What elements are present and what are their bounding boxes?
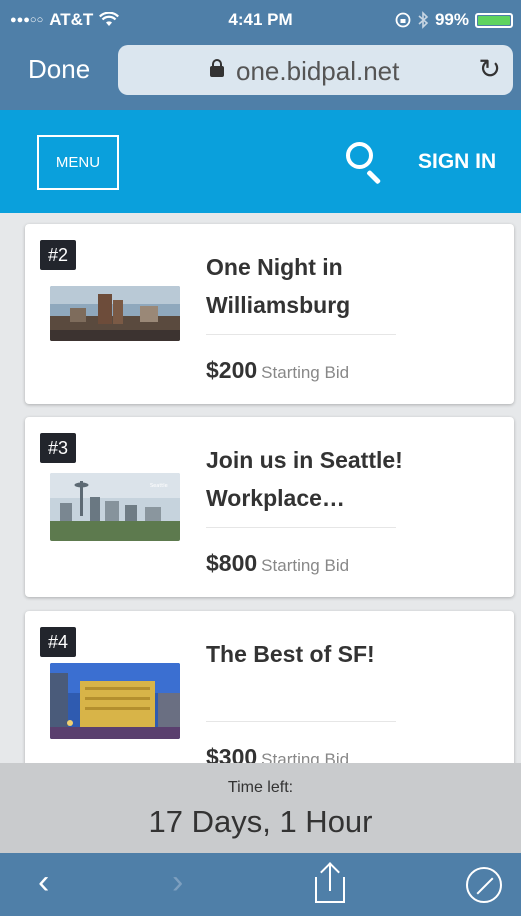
item-title[interactable]: The Best of SF! (206, 635, 496, 673)
share-icon[interactable] (315, 862, 345, 903)
item-thumbnail (50, 663, 180, 739)
item-title[interactable]: Join us in Seattle! Workplace… (206, 441, 496, 517)
starting-bid: $200 Starting Bid (206, 357, 350, 383)
time-left-label: Time left: (227, 779, 294, 796)
status-bar: ●●●○○ AT&T 4:41 PM 99% (0, 0, 521, 40)
battery-percent: 99% (434, 10, 469, 29)
menu-button[interactable]: MENU (37, 135, 119, 190)
auction-item-card[interactable]: #3 Seattle Join us in Seattle! Workplace… (25, 417, 514, 597)
reload-icon[interactable]: ↻ (478, 54, 501, 85)
lock-icon (210, 59, 224, 77)
forward-button[interactable]: › (172, 863, 183, 902)
address-bar[interactable]: one.bidpal.net ↻ (118, 45, 513, 95)
divider (206, 334, 396, 335)
bluetooth-icon (418, 11, 429, 29)
auction-item-card[interactable]: #4 The Best of SF! $300 Starting Bid (25, 611, 514, 781)
starting-bid: $800 Starting Bid (206, 550, 350, 576)
battery-icon (475, 12, 513, 28)
lot-number-badge: #2 (40, 240, 77, 270)
browser-toolbar: ‹ › (0, 853, 521, 916)
item-title[interactable]: One Night in Williamsburg (206, 248, 496, 324)
time-left-banner: Time left: 17 Days, 1 Hour (0, 763, 521, 853)
lot-number-badge: #4 (40, 627, 77, 657)
auction-item-card[interactable]: #2 One Night in Williamsburg $200 Startin… (25, 224, 514, 404)
lot-number-badge: #3 (40, 433, 77, 463)
compass-icon[interactable] (466, 867, 502, 903)
divider (206, 527, 396, 528)
done-button[interactable]: Done (28, 54, 90, 85)
sign-in-link[interactable]: SIGN IN (418, 150, 496, 174)
url-text: one.bidpal.net (236, 56, 400, 86)
back-button[interactable]: ‹ (38, 863, 49, 902)
item-thumbnail: Seattle (50, 473, 180, 541)
search-icon[interactable] (346, 142, 386, 185)
svg-text:Seattle: Seattle (150, 483, 168, 489)
time-left-value: 17 Days, 1 Hour (148, 804, 373, 839)
browser-chrome: ●●●○○ AT&T 4:41 PM 99% Done one.bidpal.n… (0, 0, 521, 110)
rotation-lock-icon (395, 12, 411, 28)
item-thumbnail (50, 286, 180, 341)
divider (206, 721, 396, 722)
